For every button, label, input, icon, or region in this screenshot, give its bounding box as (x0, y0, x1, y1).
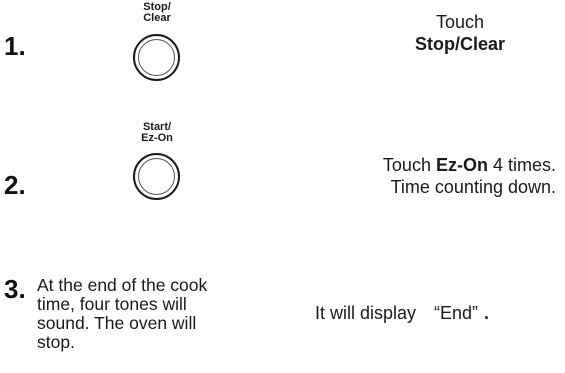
step-3-number: 3. (4, 274, 26, 304)
step-2-number: 2. (4, 170, 26, 200)
step-3-description: At the end of the cook time, four tones … (37, 275, 208, 352)
start-ez-on-button[interactable] (133, 153, 180, 200)
step-1-number: 1. (4, 31, 26, 61)
stop-clear-button[interactable] (133, 34, 180, 81)
start-ez-on-button-label: Start/ Ez-On (141, 121, 173, 144)
step-3-result: It will display “End”. (315, 303, 490, 323)
step-1-instruction: Touch Stop/Clear (414, 12, 506, 54)
stop-clear-button-label: Stop/ Clear (143, 1, 171, 24)
step-2-instruction: Touch Ez-On 4 times. Time counting down. (382, 155, 556, 197)
